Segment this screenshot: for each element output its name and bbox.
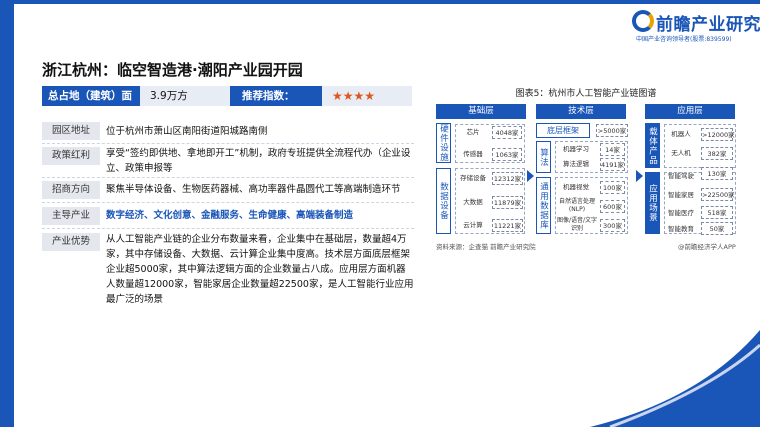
row-label: 主导产业 bbox=[42, 207, 100, 225]
item-name: 自然语言处理(NLP) bbox=[558, 198, 595, 213]
rating-stars: ★★★★ bbox=[332, 89, 376, 103]
item-name: 智能教育 bbox=[668, 225, 694, 233]
row-text: 位于杭州市萧山区南阳街道阳城路南侧 bbox=[106, 126, 268, 137]
scene-label: 应用场景 bbox=[645, 172, 660, 234]
rating-label: 推荐指数： bbox=[230, 86, 322, 106]
item-name: 机器人 bbox=[671, 130, 691, 138]
divider bbox=[42, 143, 414, 144]
item-value: 600家 bbox=[600, 200, 625, 213]
database-label: 通用数据库 bbox=[536, 177, 551, 234]
item-value: 130家 bbox=[701, 167, 733, 180]
row-text: 聚焦半导体设备、生物医药器械、高功率器件晶圆代工等高端制造环节 bbox=[106, 184, 401, 195]
item-value: 100家 bbox=[600, 181, 625, 194]
row-text: 从人工智能产业链的企业分布数量来看，企业集中在基础层，数量超4万家，其中存储设备… bbox=[106, 234, 414, 305]
item-name: 无人机 bbox=[671, 149, 691, 157]
area-label: 总占地（建筑）面积： bbox=[42, 86, 140, 122]
item-name: 芯片 bbox=[466, 128, 480, 136]
logo-subtitle: 中国产业咨询领导者(股票:839599) bbox=[636, 36, 732, 43]
item-name: 传感器 bbox=[463, 150, 483, 158]
divider bbox=[42, 177, 414, 178]
item-value: 50家 bbox=[701, 222, 733, 235]
item-value: 12312家 bbox=[492, 172, 523, 185]
item-name: 智能驾驶 bbox=[668, 172, 694, 180]
logo-name: 前瞻产业研究院 bbox=[656, 15, 760, 35]
logo-icon bbox=[632, 10, 654, 32]
page-title: 浙江杭州：临空智造港·潮阳产业园开园 bbox=[42, 61, 303, 79]
col-head-basic: 基础层 bbox=[436, 104, 526, 119]
item-name: 机器学习 bbox=[563, 145, 589, 153]
item-name: 图像/语音/文字识别 bbox=[556, 217, 598, 232]
algorithm-label: 算法 bbox=[536, 141, 551, 173]
item-value: >22500家 bbox=[701, 188, 735, 201]
framework-label: 底层框架 bbox=[536, 123, 590, 138]
item-value: 1063家 bbox=[492, 148, 522, 161]
item-name: 智能家居 bbox=[668, 191, 694, 199]
row-label: 政策红利 bbox=[42, 147, 100, 165]
item-value: 382家 bbox=[701, 147, 733, 160]
data-device-label: 数据设备 bbox=[436, 168, 451, 234]
row-text: 数字经济、文化创意、金融服务、生命健康、高端装备制造 bbox=[106, 210, 354, 221]
item-name: 大数据 bbox=[463, 198, 483, 206]
item-value: 4191家 bbox=[600, 158, 625, 171]
row-label: 招商方向 bbox=[42, 181, 100, 199]
divider bbox=[42, 228, 414, 229]
decorative-curve bbox=[590, 330, 760, 427]
col-head-app: 应用层 bbox=[645, 104, 735, 119]
source-note: 资料来源：企查猫 前瞻产业研究院 bbox=[436, 243, 536, 251]
item-value: 11221家 bbox=[492, 219, 523, 232]
top-bar bbox=[14, 0, 760, 4]
hardware-label: 硬件设施 bbox=[436, 123, 451, 163]
item-value: 518家 bbox=[701, 206, 733, 219]
item-name: 算法逻辑 bbox=[563, 160, 589, 168]
item-name: 云计算 bbox=[463, 221, 483, 229]
framework-value: >5000家 bbox=[596, 124, 628, 137]
logo: 前瞻产业研究院 中国产业咨询领导者(股票:839599) bbox=[632, 10, 760, 44]
row-text: 享受“签约即供地、拿地即开工”机制，政府专班提供全流程代办（企业设立、政策申报等 bbox=[106, 148, 411, 174]
item-value: 300家 bbox=[600, 219, 625, 232]
diagram-title: 图表5：杭州市人工智能产业链图谱 bbox=[515, 89, 657, 99]
row-label: 产业优势 bbox=[42, 233, 100, 251]
item-value: 14家 bbox=[600, 143, 625, 156]
col-head-tech: 技术层 bbox=[536, 104, 626, 119]
product-label: 载体产品 bbox=[645, 123, 660, 168]
area-value: 3.9万方 bbox=[150, 90, 188, 102]
item-name: 智能医疗 bbox=[668, 209, 694, 217]
arrow-right-icon bbox=[527, 170, 534, 182]
summary-bar: 总占地（建筑）面积： 3.9万方 推荐指数： ★★★★ bbox=[42, 86, 412, 122]
item-name: 机器视觉 bbox=[563, 183, 589, 191]
item-name: 存储设备 bbox=[460, 174, 486, 182]
divider bbox=[42, 202, 414, 203]
item-value: 11879家 bbox=[492, 196, 523, 209]
row-label: 园区地址 bbox=[42, 122, 100, 140]
source-watermark: @前瞻经济学人APP bbox=[678, 243, 736, 251]
item-value: >12000家 bbox=[701, 128, 735, 141]
arrow-right-icon bbox=[636, 170, 643, 182]
item-value: 4048家 bbox=[492, 126, 522, 139]
left-stripe bbox=[0, 0, 14, 427]
